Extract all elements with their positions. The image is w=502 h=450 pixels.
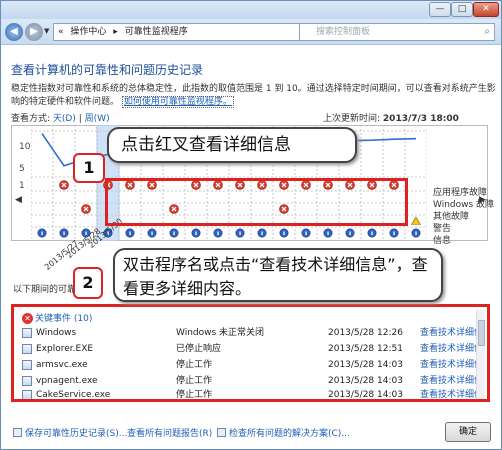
view-by-label: 查看方式: <box>11 114 51 124</box>
warning-icon <box>410 216 422 225</box>
event-summary: 停止工作 <box>176 360 213 370</box>
breadcrumb-reliability-monitor[interactable]: 可靠性监视程序 <box>125 27 188 37</box>
category-label-information: 信息 <box>433 236 452 246</box>
information-icon-glyph <box>393 231 395 236</box>
check-solutions-link[interactable]: 检查所有问题的解决方案(C)... <box>217 426 350 439</box>
information-icon-glyph <box>327 231 329 236</box>
view-technical-details-link[interactable]: 查看技术详细信 <box>420 325 483 341</box>
event-row[interactable]: CakeService.exe 停止工作 2013/5/28 14:03 查看技… <box>20 387 483 400</box>
minimize-button[interactable]: — <box>429 2 451 17</box>
footer-bar: 保存可靠性历史记录(S)... 查看所有问题报告(R) 检查所有问题的解决方案(… <box>1 419 501 449</box>
annotation-callout-1: 点击红叉查看详细信息 <box>107 127 357 163</box>
description-text: 稳定性指数对可靠性和系统的总体稳定性，此指数的取值范围是 1 到 10。通过选择… <box>11 84 496 107</box>
breadcrumb-overflow[interactable]: « <box>58 27 64 37</box>
information-icon-glyph <box>41 231 43 236</box>
close-button[interactable]: ✕ <box>473 2 499 17</box>
information-icon-glyph <box>349 231 351 236</box>
event-summary: Windows 未正常关闭 <box>176 328 265 338</box>
breadcrumb-separator-icon: ▸ <box>113 27 118 37</box>
back-button[interactable]: ◀ <box>5 23 23 41</box>
event-row[interactable]: armsvc.exe 停止工作 2013/5/28 14:03 查看技术详细信 <box>20 357 483 373</box>
event-date: 2013/5/28 12:26 <box>328 328 403 338</box>
information-icon-glyph <box>305 231 307 236</box>
scrollbar-thumb[interactable] <box>478 320 485 346</box>
view-by-separator: | <box>78 114 82 124</box>
view-by-week-link[interactable]: 周(W) <box>85 114 110 124</box>
forward-button[interactable]: ▶ <box>25 23 43 41</box>
program-icon <box>22 360 32 370</box>
event-summary: 已停止响应 <box>176 344 222 354</box>
information-icon-glyph <box>283 231 285 236</box>
title-bar: — □ ✕ <box>1 1 501 19</box>
information-icon-glyph <box>173 231 175 236</box>
view-all-reports-link[interactable]: 查看所有问题报告(R) <box>127 426 212 439</box>
scroll-left-icon[interactable]: ◀ <box>15 195 22 205</box>
event-date: 2013/5/28 14:03 <box>328 360 403 370</box>
event-program-name[interactable]: CakeService.exe <box>36 387 110 399</box>
program-icon <box>22 376 32 386</box>
event-date: 2013/5/28 12:51 <box>328 344 403 354</box>
maximize-button[interactable]: □ <box>451 2 473 17</box>
program-icon <box>22 390 32 399</box>
critical-events-label: 关键事件 (10) <box>35 314 93 324</box>
event-date: 2013/5/28 14:03 <box>328 390 403 400</box>
search-placeholder: 搜索控制面板 <box>316 27 371 37</box>
view-technical-details-link[interactable]: 查看技术详细信 <box>420 387 483 399</box>
reliability-monitor-window: — □ ✕ ◀ ▶ ▼ « 操作中心 ▸ 可靠性监视程序 搜索控制面板 ⌕ 查看… <box>0 0 502 450</box>
page-title: 查看计算机的可靠性和问题历史记录 <box>11 63 204 77</box>
event-row[interactable]: Explorer.EXE 已停止响应 2013/5/28 12:51 查看技术详… <box>20 341 483 357</box>
event-summary: 停止工作 <box>176 390 213 400</box>
information-icon-glyph <box>195 231 197 236</box>
address-bar[interactable]: « 操作中心 ▸ 可靠性监视程序 <box>53 23 313 41</box>
save-history-link[interactable]: 保存可靠性历史记录(S)... <box>13 426 127 439</box>
annotation-callout-2: 双击程序名或点击“查看技术详细信息”，查看更多详细内容。 <box>113 248 443 302</box>
check-solutions-label: 检查所有问题的解决方案(C)... <box>229 429 350 439</box>
information-icon-glyph <box>129 231 131 236</box>
information-icon-glyph <box>239 231 241 236</box>
page-description: 稳定性指数对可靠性和系统的总体稳定性，此指数的取值范围是 1 到 10。通过选择… <box>11 83 496 109</box>
view-technical-details-link[interactable]: 查看技术详细信 <box>420 341 483 357</box>
save-icon <box>13 428 22 437</box>
critical-error-icon: ✕ <box>22 313 33 324</box>
view-by-control: 查看方式: 天(D) | 周(W) <box>11 111 110 124</box>
shield-icon <box>217 428 226 437</box>
annotation-number-1: 1 <box>73 153 105 183</box>
last-updated-label: 上次更新时间: <box>323 114 381 124</box>
save-history-label: 保存可靠性历史记录(S)... <box>25 429 128 439</box>
last-updated: 上次更新时间: 2013/7/3 18:00 <box>323 111 459 124</box>
event-row[interactable]: Windows Windows 未正常关闭 2013/5/28 12:26 查看… <box>20 325 483 341</box>
y-tick-label: 10 <box>19 142 31 152</box>
ok-button[interactable]: 确定 <box>445 422 491 442</box>
events-period-label: 以下期间的可靠 <box>13 285 77 295</box>
breadcrumb-action-center[interactable]: 操作中心 <box>70 27 106 37</box>
information-icon-glyph <box>151 231 153 236</box>
help-link[interactable]: 如何使用可靠性监视程序。 <box>121 96 234 108</box>
annotation-number-2: 2 <box>73 267 103 299</box>
information-icon-glyph <box>371 231 373 236</box>
program-icon <box>22 344 32 354</box>
navigation-bar: ◀ ▶ ▼ « 操作中心 ▸ 可靠性监视程序 搜索控制面板 ⌕ <box>1 19 501 45</box>
event-program-name[interactable]: Windows <box>36 325 76 341</box>
y-tick-label: 5 <box>19 164 25 174</box>
y-tick-label: 1 <box>19 181 25 191</box>
information-icon-glyph <box>217 231 219 236</box>
events-scrollbar[interactable] <box>476 310 485 399</box>
information-icon-glyph <box>63 231 65 236</box>
information-icon-glyph <box>415 231 417 236</box>
information-icon-glyph <box>261 231 263 236</box>
event-program-name[interactable]: Explorer.EXE <box>36 341 93 357</box>
last-updated-value: 2013/7/3 18:00 <box>382 114 459 124</box>
recent-pages-chevron-icon[interactable]: ▼ <box>44 27 49 35</box>
failures-highlight-box <box>105 178 408 226</box>
search-input[interactable]: 搜索控制面板 ⌕ <box>299 23 495 41</box>
events-list: ✕ 关键事件 (10) Windows Windows 未正常关闭 2013/5/… <box>11 304 490 402</box>
search-icon[interactable]: ⌕ <box>484 24 490 40</box>
program-icon <box>22 328 32 338</box>
event-program-name[interactable]: armsvc.exe <box>36 357 88 373</box>
critical-events-group[interactable]: ✕ 关键事件 (10) <box>22 311 92 324</box>
view-technical-details-link[interactable]: 查看技术详细信 <box>420 357 483 373</box>
view-by-day-link[interactable]: 天(D) <box>53 114 76 124</box>
